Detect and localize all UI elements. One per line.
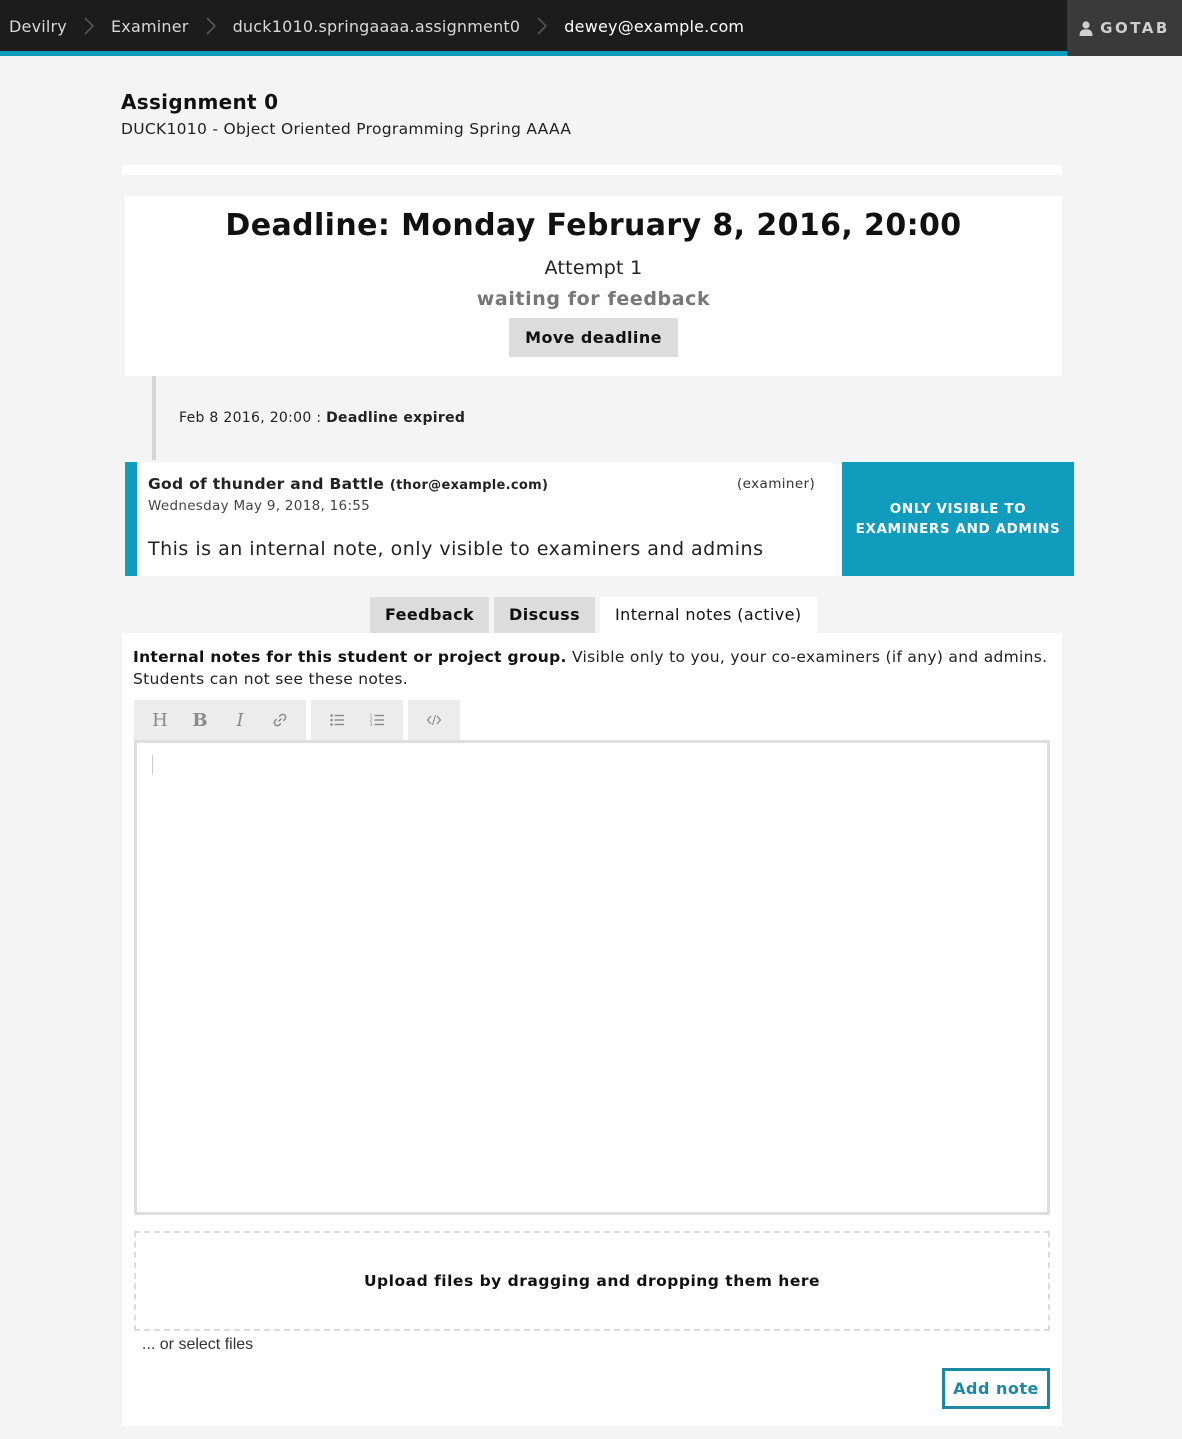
toolbar-group-code bbox=[408, 700, 460, 740]
chevron-right-icon bbox=[201, 16, 221, 36]
event-separator: : bbox=[311, 410, 327, 426]
breadcrumb: Devilry Examiner duck1010.springaaaa.ass… bbox=[9, 0, 744, 52]
bulleted-list-icon[interactable] bbox=[317, 700, 357, 740]
breadcrumb-student: dewey@example.com bbox=[564, 16, 745, 36]
bold-button[interactable]: B bbox=[180, 700, 220, 740]
tab-internal-notes[interactable]: Internal notes (active) bbox=[600, 597, 817, 633]
event-message: Deadline expired bbox=[326, 410, 466, 426]
numbered-list-icon[interactable]: 123 bbox=[357, 700, 397, 740]
note-author-email: (thor@example.com) bbox=[389, 478, 549, 493]
visibility-line-1: ONLY VISIBLE TO bbox=[889, 501, 1027, 517]
visibility-badge: ONLY VISIBLE TO EXAMINERS AND ADMINS bbox=[842, 462, 1074, 576]
link-icon[interactable] bbox=[260, 700, 300, 740]
visibility-line-2: EXAMINERS AND ADMINS bbox=[855, 521, 1061, 537]
internal-note: God of thunder and Battle (thor@example.… bbox=[125, 462, 1074, 576]
internal-notes-panel: Internal notes for this student or proje… bbox=[122, 633, 1062, 1426]
tab-feedback[interactable]: Feedback bbox=[370, 597, 490, 633]
top-bar: Devilry Examiner duck1010.springaaaa.ass… bbox=[0, 0, 1182, 56]
tab-discuss[interactable]: Discuss bbox=[494, 597, 596, 633]
move-deadline-button[interactable]: Move deadline bbox=[509, 318, 678, 357]
event-timestamp: Feb 8 2016, 20:00 bbox=[179, 410, 312, 426]
divider bbox=[122, 165, 1062, 175]
panel-intro-bold: Internal notes for this student or proje… bbox=[133, 648, 567, 666]
status-label: waiting for feedback bbox=[476, 288, 711, 310]
breadcrumb-examiner[interactable]: Examiner bbox=[111, 17, 189, 36]
deadline-title: Deadline: Monday February 8, 2016, 20:00 bbox=[225, 208, 962, 243]
note-role: (examiner) bbox=[737, 476, 816, 492]
breadcrumb-devilry[interactable]: Devilry bbox=[9, 17, 67, 36]
user-name: GOTAB bbox=[1100, 19, 1170, 37]
file-dropzone[interactable]: Upload files by dragging and dropping th… bbox=[134, 1231, 1050, 1331]
note-editor[interactable] bbox=[134, 740, 1050, 1215]
select-files-link[interactable]: ... or select files bbox=[142, 1336, 253, 1354]
user-icon bbox=[1079, 20, 1093, 36]
text-caret bbox=[152, 755, 153, 775]
panel-intro: Internal notes for this student or proje… bbox=[133, 646, 1053, 690]
note-body: This is an internal note, only visible t… bbox=[148, 538, 764, 560]
note-author-name: God of thunder and Battle bbox=[148, 475, 385, 493]
toolbar-group-format: H B I bbox=[134, 700, 306, 740]
editor-toolbar: H B I 123 bbox=[134, 700, 465, 740]
note-date: Wednesday May 9, 2018, 16:55 bbox=[148, 498, 371, 514]
user-menu-button[interactable]: GOTAB bbox=[1067, 0, 1182, 56]
heading-button[interactable]: H bbox=[140, 700, 180, 740]
code-icon[interactable] bbox=[414, 700, 454, 740]
tab-bar: Feedback Discuss Internal notes (active) bbox=[370, 597, 822, 633]
add-note-button[interactable]: Add note bbox=[942, 1368, 1050, 1409]
note-author: God of thunder and Battle (thor@example.… bbox=[148, 475, 548, 493]
italic-button[interactable]: I bbox=[220, 700, 260, 740]
timeline-event: Feb 8 2016, 20:00 : Deadline expired bbox=[152, 376, 1062, 460]
page-title: Assignment 0 bbox=[121, 90, 279, 114]
chevron-right-icon bbox=[79, 16, 99, 36]
deadline-card: Deadline: Monday February 8, 2016, 20:00… bbox=[125, 196, 1062, 376]
toolbar-group-lists: 123 bbox=[311, 700, 403, 740]
event-text: Feb 8 2016, 20:00 : Deadline expired bbox=[179, 410, 465, 426]
breadcrumb-assignment[interactable]: duck1010.springaaaa.assignment0 bbox=[233, 17, 521, 36]
page-subtitle: DUCK1010 - Object Oriented Programming S… bbox=[121, 120, 572, 138]
attempt-label: Attempt 1 bbox=[544, 257, 643, 279]
page-heading: Assignment 0 DUCK1010 - Object Oriented … bbox=[121, 90, 571, 138]
chevron-right-icon bbox=[532, 16, 552, 36]
svg-text:3: 3 bbox=[370, 722, 373, 728]
